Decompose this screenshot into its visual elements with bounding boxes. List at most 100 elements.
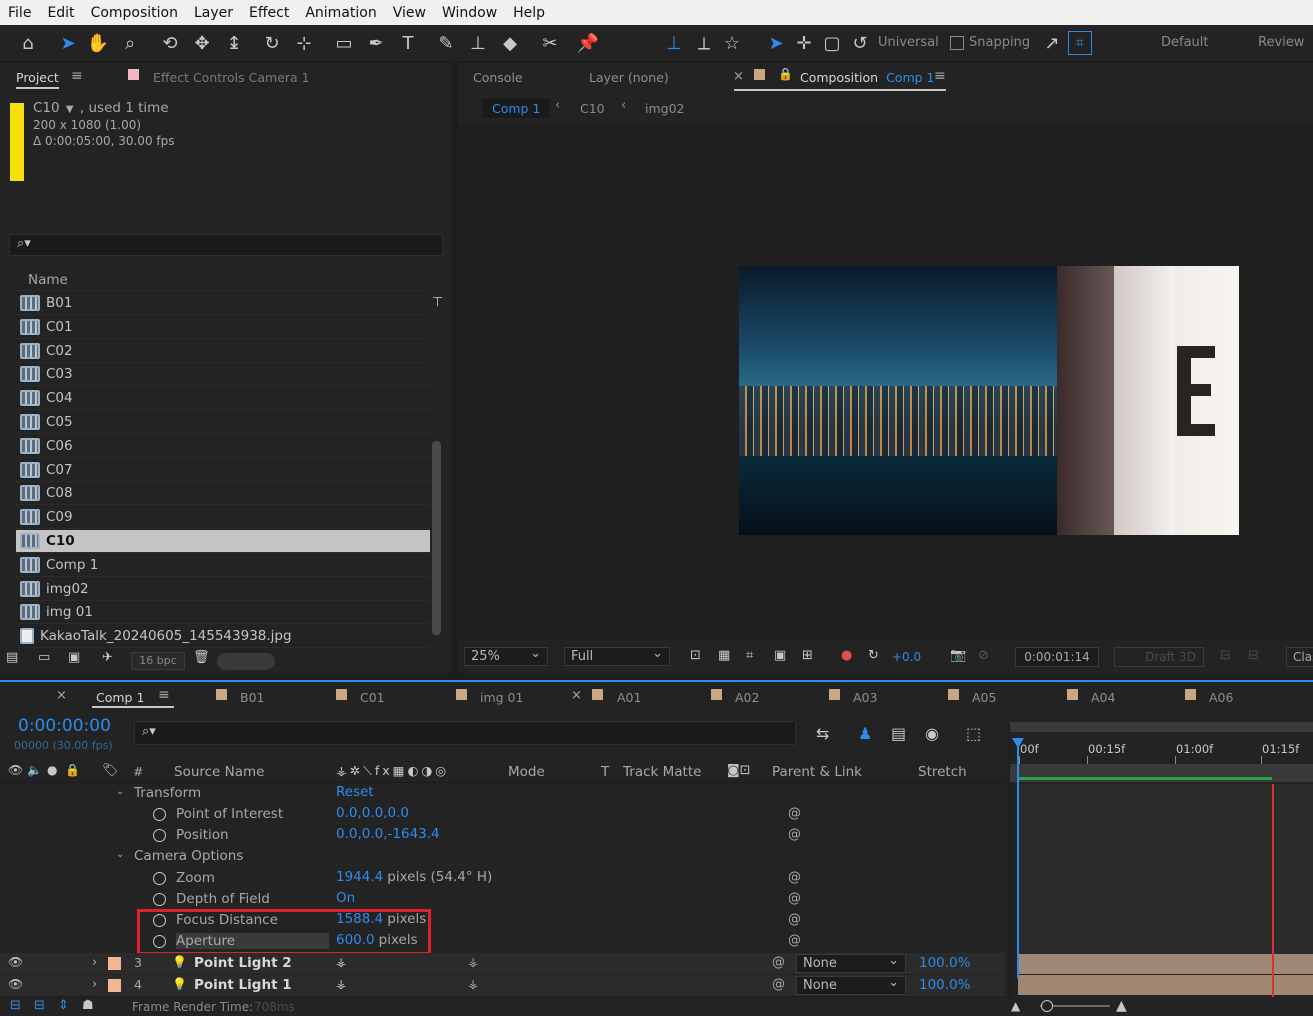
3d-ground-plane-icon[interactable]: ⊟ [1220,648,1231,663]
expression-pickwhip-icon[interactable]: @ [788,912,801,927]
breadcrumb-comp1[interactable]: Comp 1 [482,99,551,118]
interpret-footage-icon[interactable]: ▤ [6,650,18,665]
parent-select[interactable]: None [796,974,906,995]
workspace-review[interactable]: Review [1258,35,1304,50]
expression-pickwhip-icon[interactable]: @ [788,891,801,906]
draft-3d-button[interactable]: Draft 3D [1114,647,1204,667]
3d-scale-icon[interactable]: ▢ [818,29,846,57]
menu-help[interactable]: Help [505,5,553,21]
grid-guides-icon[interactable]: ⊞ [802,648,813,663]
tab-img-01[interactable]: img 01 [480,690,523,705]
property-value[interactable]: 0.0,0.0,-1643.4 [336,826,444,842]
3d-rotate-icon[interactable]: ↺ [846,29,874,57]
playhead[interactable] [1017,742,1019,978]
comp-flowchart-icon[interactable]: ⇆ [816,724,829,743]
transform-reset[interactable]: Reset [336,784,374,800]
panel-menu-icon[interactable]: ≡ [934,68,946,84]
fast-previews-icon[interactable]: ⊡ [690,648,701,663]
stretch-value[interactable]: 100.0% [919,977,970,993]
list-item[interactable]: Comp 1 [16,554,430,577]
new-composition-icon[interactable]: ▣ [68,650,80,665]
timeline-graph[interactable]: 00f 00:15f 01:00f 01:15f [1009,722,1313,998]
property-value[interactable]: 0.0,0.0,0.0 [336,805,413,821]
frame-blending-icon[interactable]: ▤ [891,724,906,743]
shy-switch-icon[interactable]: ⚶ [336,955,346,969]
local-axis-mode-icon[interactable]: ⊥ [660,29,688,57]
snap-options-icon[interactable]: ↗ [1038,29,1066,57]
expression-pickwhip-icon[interactable]: @ [788,806,801,821]
adjust-project-settings-icon[interactable]: ✈ [102,650,113,665]
camera-options-group[interactable]: Camera Options [134,848,243,864]
property-value-number[interactable]: 1944.4 [336,869,383,885]
parent-pickwhip-icon[interactable]: ⚶ [468,955,478,969]
magnification-select[interactable]: 25% [464,645,548,666]
world-axis-mode-icon[interactable]: ⟂ [690,29,718,57]
list-item[interactable]: img02 [16,578,430,601]
video-switch-icon[interactable]: 👁 [8,763,23,777]
layer-bar-point-light-1[interactable] [1018,975,1313,995]
pan-camera-icon[interactable]: ✥ [188,29,216,57]
bpc-button[interactable]: 16 bpc [131,652,185,670]
dolly-camera-icon[interactable]: ↨ [220,29,248,57]
property-value-number[interactable]: 0.0,0.0,0.0 [336,805,409,821]
solo-switch-icon[interactable]: ● [47,763,57,777]
layer-name[interactable]: Point Light 2 [194,955,292,971]
time-navigator[interactable] [1010,722,1313,732]
graph-editor-icon[interactable]: ⬚ [966,724,981,743]
type-tool-icon[interactable]: T [394,29,422,57]
reset-exposure-icon[interactable]: ↻ [868,648,879,663]
tab-project[interactable]: Project [16,70,59,89]
show-snapshot-icon[interactable]: ⊘ [978,648,989,663]
tab-console[interactable]: Console [473,70,523,85]
list-item[interactable]: C02 [16,340,430,363]
list-item[interactable]: B01 [16,292,430,315]
snapshot-icon[interactable]: 📷 [950,648,966,663]
current-time-display[interactable]: 0:00:00:00 [18,716,111,736]
workspace-default[interactable]: Default [1161,35,1209,50]
snap-target-icon[interactable]: ⌗ [1068,31,1092,55]
parent-select[interactable]: None [796,952,906,973]
tab-effect-controls[interactable]: Effect Controls Camera 1 [153,70,310,85]
playhead-handle-icon[interactable] [1012,738,1024,748]
tab-layer[interactable]: Layer (none) [589,70,669,85]
trash-icon[interactable]: 🗑 [193,650,210,665]
extended-viewer-icon[interactable]: ⊟ [1248,648,1259,663]
universal-label[interactable]: Universal [878,35,939,50]
menu-animation[interactable]: Animation [297,5,384,21]
pen-tool-icon[interactable]: ✒ [362,29,390,57]
rectangle-tool-icon[interactable]: ▭ [330,29,358,57]
close-icon[interactable]: × [571,688,582,703]
chevron-down-icon[interactable]: ▼ [66,104,74,115]
expression-pickwhip-icon[interactable]: @ [788,933,801,948]
list-item[interactable]: C01 [16,316,430,339]
eraser-tool-icon[interactable]: ◆ [496,29,524,57]
tab-comp-1[interactable]: Comp 1 [96,690,144,705]
snapping-checkbox[interactable] [950,35,964,50]
exposure-value[interactable]: +0.0 [892,650,921,664]
tab-a06[interactable]: A06 [1209,690,1233,705]
tab-c01[interactable]: C01 [360,690,385,705]
property-value-number[interactable]: 0.0,0.0,-1643.4 [336,826,440,842]
zoom-in-icon[interactable]: ▲ [1116,998,1127,1014]
in-out-toggle-icon[interactable]: ⇕ [58,998,69,1013]
list-item[interactable]: C07 [16,459,430,482]
expression-pickwhip-icon[interactable]: @ [788,827,801,842]
breadcrumb-img02[interactable]: img02 [645,101,685,116]
expression-pickwhip-icon[interactable]: @ [788,870,801,885]
tab-b01[interactable]: B01 [240,690,264,705]
eye-icon[interactable]: 👁 [8,955,23,969]
property-value-number[interactable]: On [336,890,355,906]
list-item[interactable]: C05 [16,411,430,434]
menu-file[interactable]: File [0,5,39,21]
project-scrollbar[interactable] [432,441,441,635]
transparency-grid-icon[interactable]: ▦ [718,648,730,663]
panel-menu-icon[interactable]: ≡ [158,687,170,703]
layer-bar-point-light-2[interactable] [1018,954,1313,974]
menu-effect[interactable]: Effect [241,5,297,21]
panel-menu-icon[interactable]: ≡ [71,68,83,84]
render-time-icon[interactable]: ☗ [82,998,94,1013]
transform-group[interactable]: Transform [134,785,201,801]
source-name-header[interactable]: Source Name [174,764,265,780]
composition-viewer[interactable] [458,126,1313,640]
tab-a05[interactable]: A05 [972,690,996,705]
